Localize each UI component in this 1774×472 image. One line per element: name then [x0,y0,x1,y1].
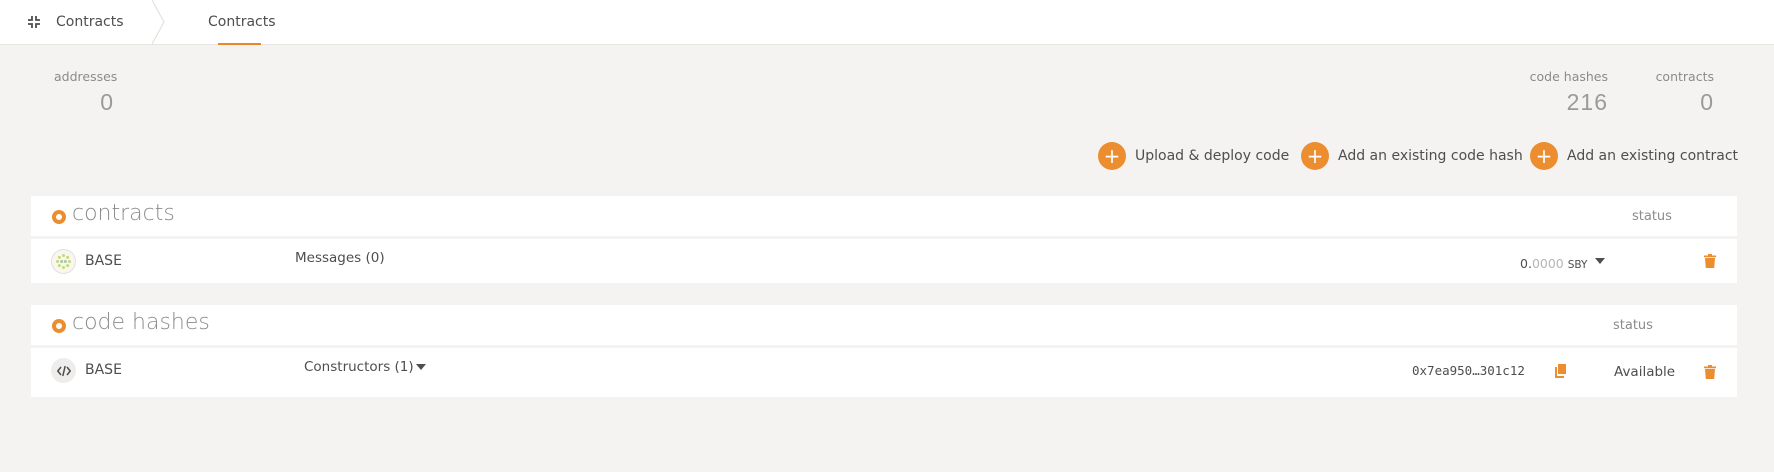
addresses-value: 0 [100,89,114,115]
add-contract-label: Add an existing contract [1567,148,1739,164]
code-hash-status: Available [1614,364,1676,380]
code-icon [51,358,76,383]
table-row: BASE Messages (0) 0.0000 SBY [31,239,1737,283]
code-hashes-table: code hashes status BASE Constructors (1)… [31,305,1737,397]
contract-name[interactable]: BASE [85,253,122,269]
add-contract-button[interactable]: + Add an existing contract [1530,141,1738,171]
plus-icon: + [1098,142,1126,170]
identicon-avatar [51,249,76,274]
contracts-count-value: 0 [1700,89,1714,115]
contracts-count-label: contracts [1655,69,1714,84]
trash-icon[interactable] [1704,254,1716,268]
add-code-hash-button[interactable]: + Add an existing code hash [1301,141,1523,171]
breadcrumb-separator [152,0,165,44]
upload-deploy-label: Upload & deploy code [1135,148,1290,164]
contracts-table: contracts status BASE Messages (0) 0.000… [31,196,1737,283]
summary-addresses: addresses 0 [54,69,118,116]
upload-deploy-button[interactable]: + Upload & deploy code [1098,141,1289,171]
constructors-toggle[interactable]: Constructors (1) [304,359,414,375]
messages-toggle[interactable]: Messages (0) [295,250,385,266]
contracts-table-title: contracts [72,201,175,226]
tab-contracts[interactable]: Contracts [208,0,276,44]
section-dot-icon [52,210,66,224]
summary-contracts: contracts 0 [1640,69,1714,116]
contract-balance[interactable]: 0.0000 SBY [1520,256,1587,271]
app-breadcrumb-label: Contracts [56,13,124,30]
caret-down-icon[interactable] [1595,258,1605,264]
balance-unit: SBY [1567,259,1588,271]
collapse-arrows-icon [28,15,40,28]
table-row: BASE Constructors (1) 0x7ea950…301c12 Av… [31,348,1737,397]
plus-icon: + [1530,142,1558,170]
balance-fraction: 0000 [1531,256,1564,271]
addresses-label: addresses [54,69,118,84]
caret-down-icon[interactable] [416,364,426,370]
contracts-table-header: contracts status [31,196,1737,236]
add-code-hash-label: Add an existing code hash [1338,148,1523,164]
summary-code-hashes: code hashes 216 [1512,69,1608,116]
balance-integer: 0. [1520,256,1532,271]
code-hash-value: 0x7ea950…301c12 [1412,363,1525,378]
top-header: Contracts Contracts [0,0,1774,45]
tab-contracts-label: Contracts [208,14,276,30]
code-hashes-table-title: code hashes [72,310,210,335]
plus-icon: + [1301,142,1329,170]
app-breadcrumb[interactable]: Contracts [27,0,124,43]
code-hashes-table-header: code hashes status [31,305,1737,345]
code-hashes-status-header: status [1613,318,1653,333]
section-dot-icon [52,319,66,333]
code-hashes-value: 216 [1566,89,1608,115]
trash-icon[interactable] [1704,365,1716,379]
contracts-status-header: status [1632,209,1672,224]
code-hashes-label: code hashes [1529,69,1608,84]
active-tab-indicator [218,43,261,45]
copy-icon[interactable] [1554,364,1568,378]
code-hash-name[interactable]: BASE [85,362,122,378]
